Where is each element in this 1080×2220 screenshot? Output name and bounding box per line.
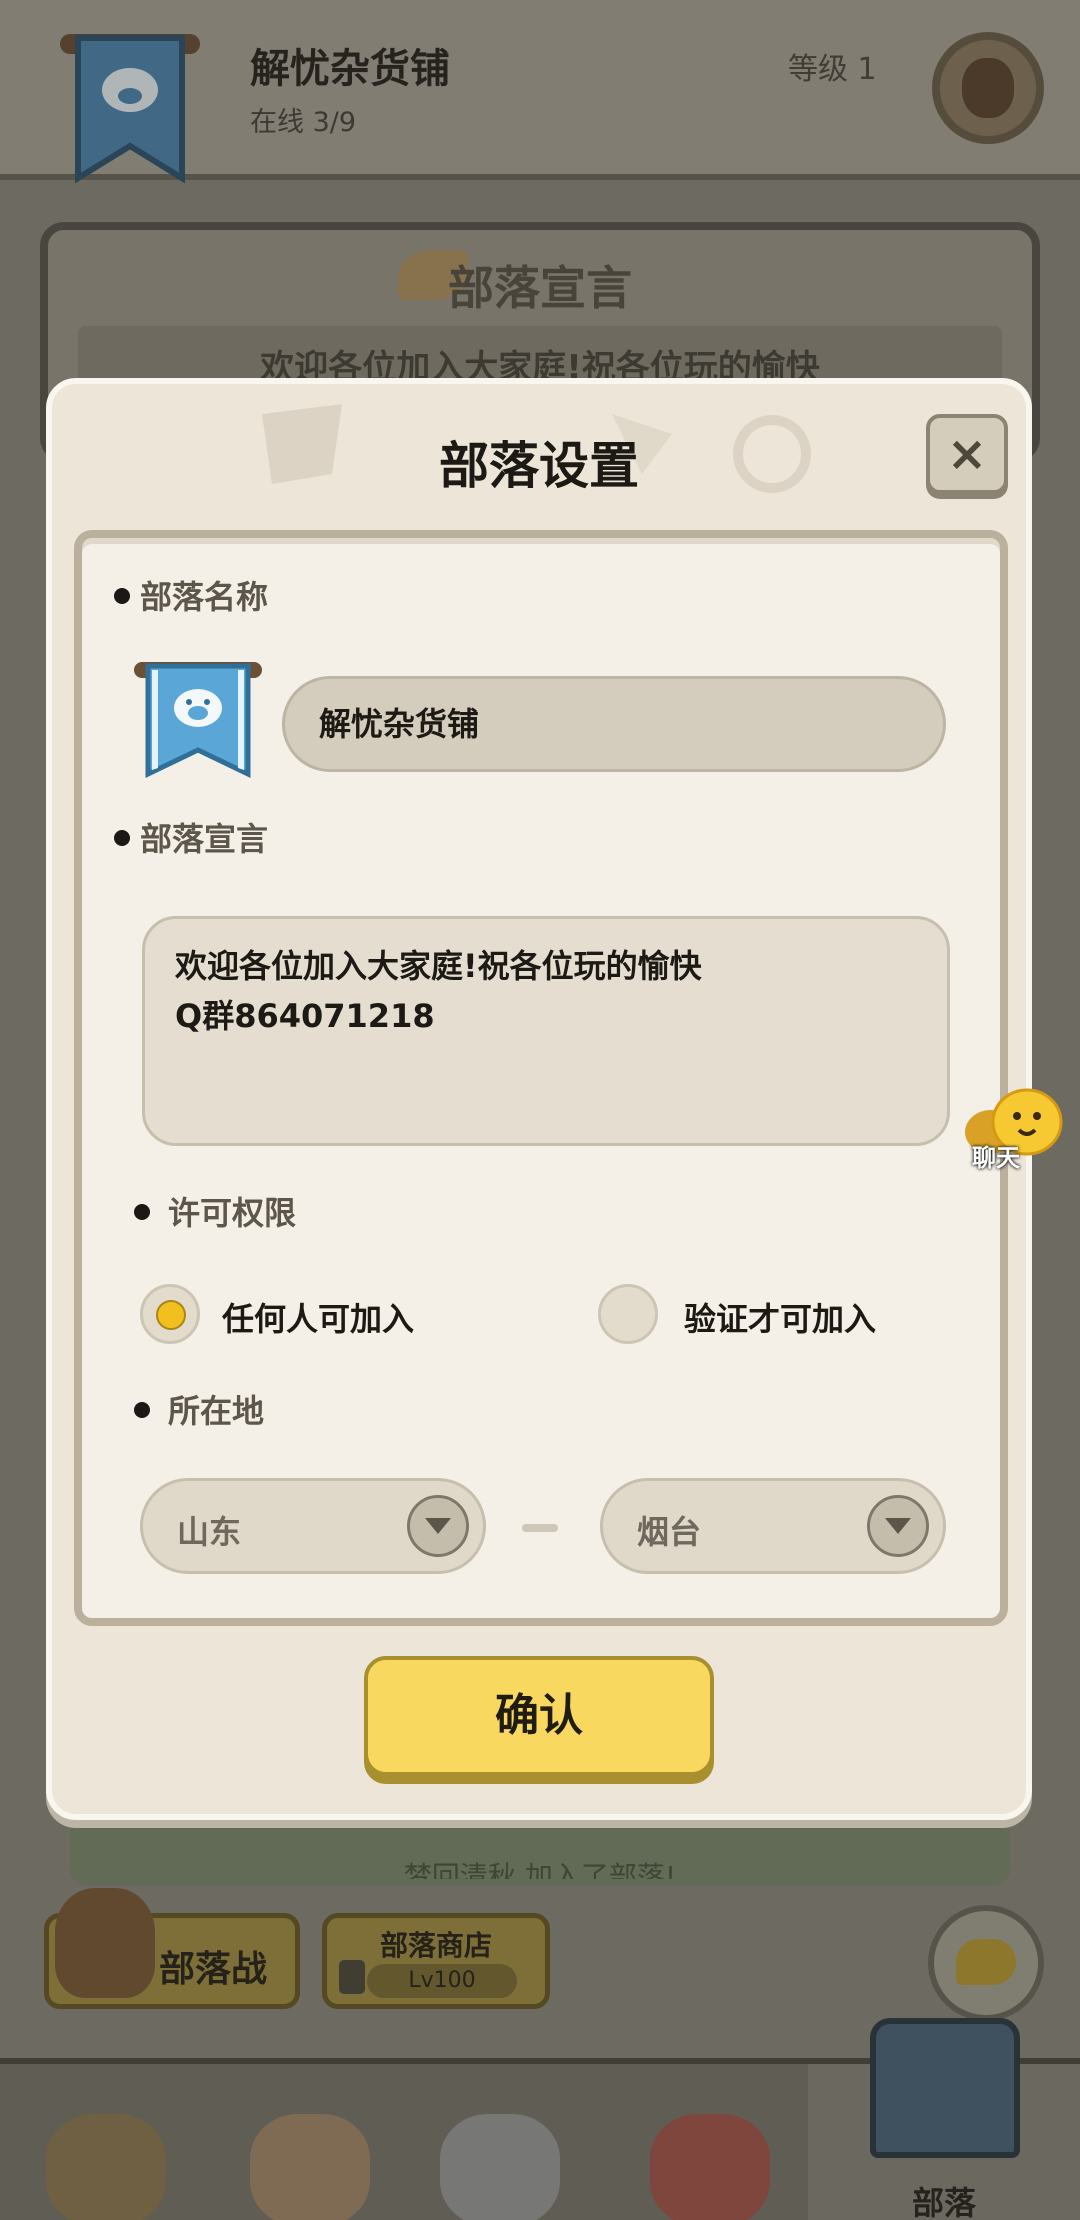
location-separator [522,1524,558,1532]
declaration-line-1: 欢迎各位加入大家庭!祝各位玩的愉快 [175,947,702,985]
modal-title: 部落设置 [439,437,639,495]
tribe-emblem-icon[interactable] [134,658,262,780]
tribe-settings-modal: 部落设置 × 部落名称 解忧杂货铺 部落宣言 欢迎各位加入大家庭!祝各位玩的愉快… [46,378,1032,1820]
radio-anyone-label[interactable]: 任何人可加入 [222,1294,414,1340]
radio-anyone-can-join[interactable] [140,1284,200,1344]
bullet [134,1204,150,1220]
declaration-label: 部落宣言 [140,820,269,858]
city-value: 烟台 [637,1513,702,1551]
floating-chat-label[interactable]: 聊天 [972,1138,1020,1173]
declaration-line-2: Q群864071218 [175,997,435,1035]
confirm-button[interactable]: 确认 [364,1656,714,1776]
bullet [114,830,130,846]
tribe-name-label: 部落名称 [140,578,269,616]
radio-verify-label[interactable]: 验证才可加入 [684,1294,876,1340]
permission-label: 许可权限 [168,1194,297,1232]
city-select[interactable]: 烟台 [600,1478,946,1574]
province-select[interactable]: 山东 [140,1478,486,1574]
close-button[interactable]: × [926,414,1008,494]
radio-selected-dot [156,1300,186,1330]
location-label: 所在地 [168,1392,265,1430]
bullet [114,588,130,604]
radio-verify-to-join[interactable] [598,1284,658,1344]
declaration-textarea[interactable]: 欢迎各位加入大家庭!祝各位玩的愉快 Q群864071218 [142,916,950,1146]
close-icon: × [946,426,988,482]
tribe-name-input[interactable]: 解忧杂货铺 [282,676,946,772]
province-value: 山东 [177,1513,242,1551]
chevron-down-icon[interactable] [867,1495,929,1557]
chevron-down-icon[interactable] [407,1495,469,1557]
bullet [134,1402,150,1418]
